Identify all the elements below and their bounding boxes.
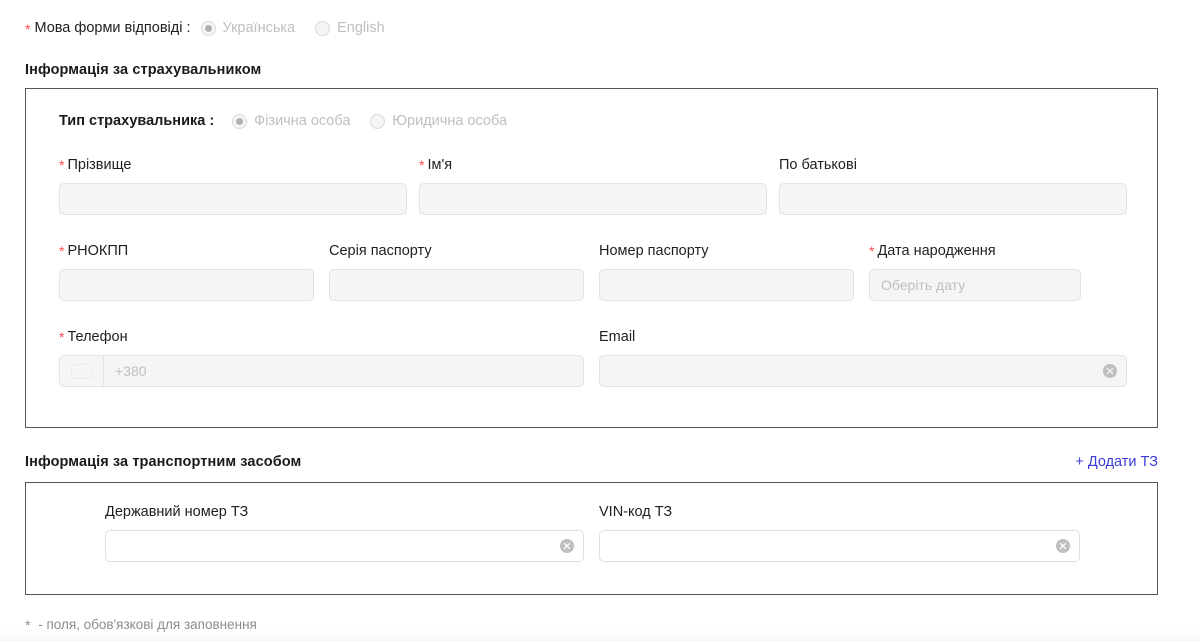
field-patronymic: По батькові — [779, 157, 1127, 215]
required-asterisk-icon: * — [25, 21, 31, 37]
input-wrap-passport-number — [599, 269, 854, 301]
field-phone: * Телефон — [59, 329, 584, 387]
clear-circle-icon[interactable] — [1056, 539, 1070, 553]
field-last-name: * Прізвище — [59, 157, 407, 215]
insurer-type-row: Тип страхувальника : Фізична особа Юриди… — [59, 113, 527, 129]
input-wrap-birth-date — [869, 269, 1081, 301]
required-asterisk-icon: * — [419, 157, 425, 173]
field-first-name: * Ім'я — [419, 157, 767, 215]
label-vin-code: VIN-код ТЗ — [599, 504, 1080, 520]
label-text: Державний номер ТЗ — [105, 504, 249, 520]
insurer-type-label: Тип страхувальника : — [59, 113, 215, 129]
input-passport-series[interactable] — [329, 269, 584, 301]
required-asterisk-icon: * — [59, 329, 65, 345]
input-wrap-patronymic — [779, 183, 1127, 215]
required-asterisk-icon: * — [59, 243, 65, 259]
field-plate-number: Державний номер ТЗ — [105, 504, 584, 562]
radio-dot-icon[interactable] — [315, 20, 331, 36]
input-patronymic[interactable] — [779, 183, 1127, 215]
clear-circle-icon[interactable] — [560, 539, 574, 553]
vehicle-section-title: Інформація за транспортним засобом — [25, 454, 302, 470]
label-text: Прізвище — [67, 157, 132, 173]
input-wrap-passport-series — [329, 269, 584, 301]
required-asterisk-icon: * — [25, 617, 31, 633]
input-vin-code[interactable] — [599, 530, 1080, 562]
field-passport-series: Серія паспорту — [329, 243, 584, 301]
label-text: Номер паспорту — [599, 243, 709, 259]
input-wrap-vin-code — [599, 530, 1080, 562]
label-patronymic: По батькові — [779, 157, 1127, 173]
input-email[interactable] — [599, 355, 1127, 387]
required-asterisk-icon: * — [869, 243, 875, 259]
label-text: Email — [599, 329, 636, 345]
ua-flag-icon — [72, 365, 92, 378]
clear-circle-icon[interactable] — [1103, 364, 1117, 378]
label-last-name: * Прізвище — [59, 157, 407, 173]
input-first-name[interactable] — [419, 183, 767, 215]
input-passport-number[interactable] — [599, 269, 854, 301]
radio-dot-icon[interactable] — [370, 113, 386, 129]
input-wrap-rnokpp — [59, 269, 314, 301]
field-rnokpp: * РНОКПП — [59, 243, 314, 301]
input-wrap-plate-number — [105, 530, 584, 562]
response-language-row: * Мова форми відповіді : Українська Engl… — [25, 17, 405, 39]
field-birth-date: * Дата народження — [869, 243, 1081, 301]
radio-option-ukrainian[interactable]: Українська — [200, 20, 296, 36]
required-asterisk-icon: * — [59, 157, 65, 173]
label-text: Серія паспорту — [329, 243, 432, 259]
radio-label-english: English — [337, 20, 385, 36]
label-text: Дата народження — [877, 243, 996, 259]
field-vin-code: VIN-код ТЗ — [599, 504, 1080, 562]
insurer-panel: Тип страхувальника : Фізична особа Юриди… — [25, 88, 1158, 428]
vehicle-panel: Державний номер ТЗ VIN-код ТЗ — [25, 482, 1158, 595]
insurer-section-title: Інформація за страхувальником — [25, 62, 262, 78]
label-first-name: * Ім'я — [419, 157, 767, 173]
label-text: VIN-код ТЗ — [599, 504, 673, 520]
required-fields-note-text: - поля, обов'язкові для заповнення — [34, 617, 257, 632]
radio-label-ukrainian: Українська — [222, 20, 296, 36]
label-passport-number: Номер паспорту — [599, 243, 854, 259]
label-email: Email — [599, 329, 1127, 345]
radio-option-individual[interactable]: Фізична особа — [232, 113, 350, 129]
label-phone: * Телефон — [59, 329, 584, 345]
input-rnokpp[interactable] — [59, 269, 314, 301]
radio-dot-icon[interactable] — [232, 113, 248, 129]
country-select-phone[interactable] — [60, 356, 104, 386]
label-text: По батькові — [779, 157, 857, 173]
field-passport-number: Номер паспорту — [599, 243, 854, 301]
required-fields-note: * - поля, обов'язкові для заповнення — [25, 617, 257, 632]
response-language-label: Мова форми відповіді : — [34, 20, 191, 36]
radio-dot-icon[interactable] — [200, 20, 216, 36]
radio-option-english[interactable]: English — [315, 20, 385, 36]
label-passport-series: Серія паспорту — [329, 243, 584, 259]
input-wrap-last-name — [59, 183, 407, 215]
input-plate-number[interactable] — [105, 530, 584, 562]
response-language-radio-group[interactable]: Українська English — [200, 20, 405, 36]
add-vehicle-link[interactable]: + Додати ТЗ — [1075, 454, 1158, 470]
label-text: Телефон — [67, 329, 128, 345]
insurer-type-radio-group[interactable]: Фізична особа Юридична особа — [232, 113, 527, 129]
input-wrap-first-name — [419, 183, 767, 215]
radio-label-individual: Фізична особа — [254, 113, 351, 129]
input-wrap-phone — [59, 355, 584, 387]
label-text: РНОКПП — [67, 243, 129, 259]
radio-option-legal-entity[interactable]: Юридична особа — [370, 113, 507, 129]
input-phone[interactable] — [104, 356, 583, 386]
label-rnokpp: * РНОКПП — [59, 243, 314, 259]
label-birth-date: * Дата народження — [869, 243, 1081, 259]
input-wrap-email — [599, 355, 1127, 387]
form-page: * Мова форми відповіді : Українська Engl… — [0, 0, 1200, 641]
label-text: Ім'я — [427, 157, 453, 173]
input-birth-date[interactable] — [869, 269, 1081, 301]
radio-label-legal-entity: Юридична особа — [392, 113, 508, 129]
field-email: Email — [599, 329, 1127, 387]
input-last-name[interactable] — [59, 183, 407, 215]
label-plate-number: Державний номер ТЗ — [105, 504, 584, 520]
